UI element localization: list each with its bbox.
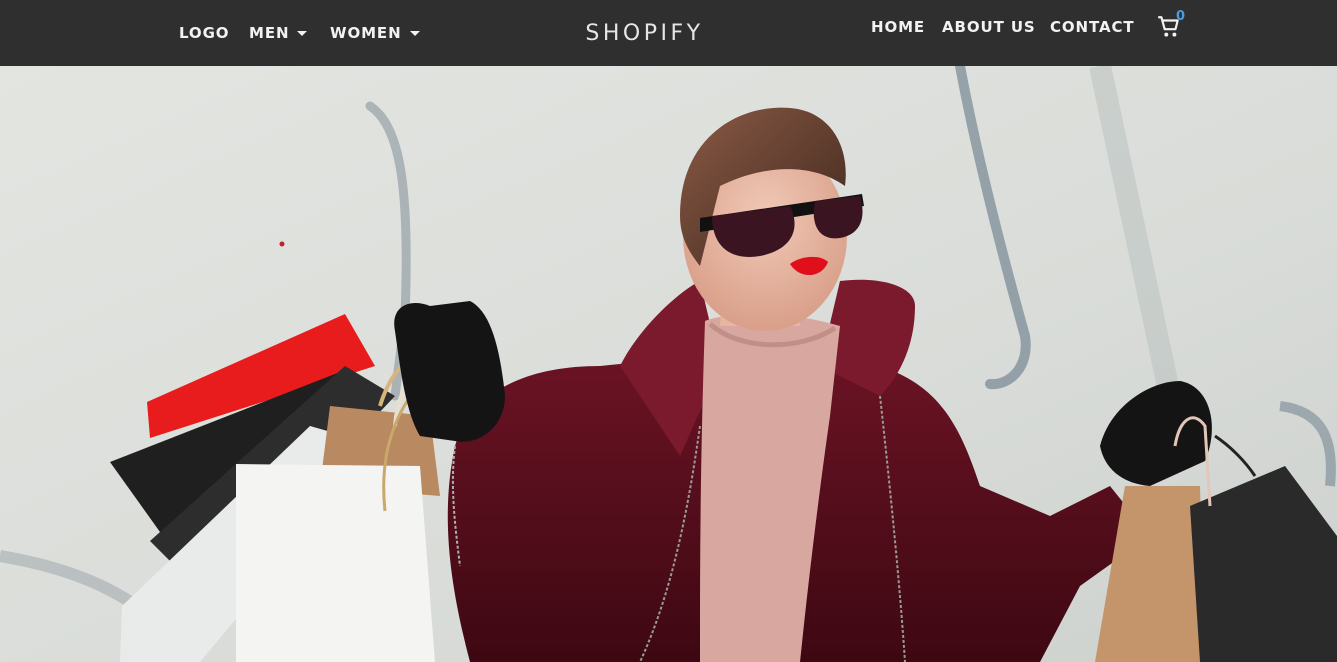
nav-about-link[interactable]: ABOUT US: [942, 0, 1036, 60]
top-navbar: LOGO MEN WOMEN SHOPIFY HOME ABOUT US CON…: [0, 0, 1337, 66]
contact-label: CONTACT: [1050, 18, 1135, 36]
caret-down-icon: [409, 30, 420, 36]
hero-image: [0, 66, 1337, 662]
nav-logo-link[interactable]: LOGO: [179, 0, 229, 66]
women-label: WOMEN: [330, 24, 402, 42]
nav-men-dropdown[interactable]: MEN: [249, 0, 308, 66]
nav-home-link[interactable]: HOME: [871, 0, 925, 60]
hero-banner: [0, 66, 1337, 662]
caret-down-icon: [297, 30, 308, 36]
about-label: ABOUT US: [942, 18, 1036, 36]
brand-title[interactable]: SHOPIFY: [585, 21, 703, 46]
cart-count-badge: 0: [1176, 9, 1186, 24]
home-label: HOME: [871, 18, 926, 36]
logo-label: LOGO: [179, 24, 230, 42]
nav-contact-link[interactable]: CONTACT: [1050, 0, 1135, 60]
men-label: MEN: [249, 24, 290, 42]
nav-women-dropdown[interactable]: WOMEN: [330, 0, 420, 66]
